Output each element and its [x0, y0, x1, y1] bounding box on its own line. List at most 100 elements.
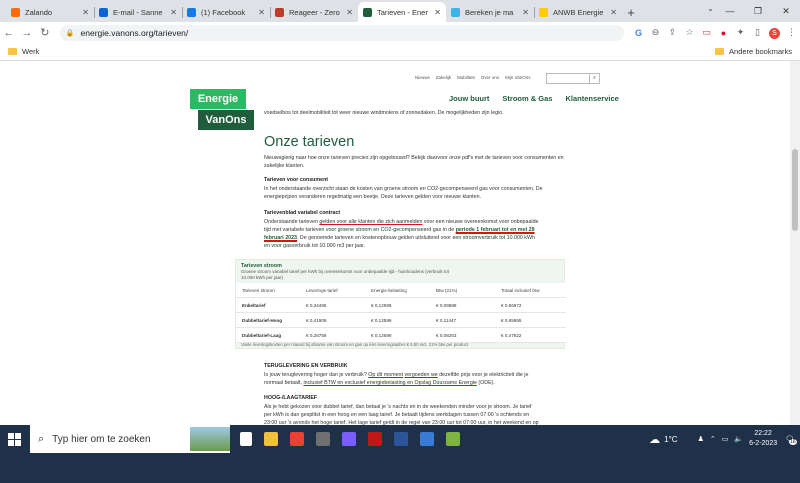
window-controls: — ❐ ✕: [716, 0, 800, 22]
system-tray: ☁ 1°C ♟ ⌃ ▭ 🔈 22:22 6-2-2023 🗨16: [649, 425, 800, 453]
file-explorer-icon[interactable]: [264, 432, 278, 446]
new-tab-button[interactable]: +: [622, 2, 640, 22]
table-cell: € 0,65955: [501, 317, 522, 323]
tab-5[interactable]: Tarieven - Ener ✕: [358, 2, 446, 22]
underlined-text: vergoeden we: [404, 372, 438, 378]
tab-7[interactable]: ANWB Energie ✕: [534, 2, 622, 22]
underlined-text: inclusief BTW en exclusief energiebelast…: [303, 380, 477, 386]
volume-icon[interactable]: 🔈: [734, 435, 743, 443]
network-icon[interactable]: ▭: [722, 435, 729, 443]
maximize-button[interactable]: ❐: [744, 0, 772, 22]
topnav-link[interactable]: Mobiliteit: [457, 75, 475, 80]
extension-icon[interactable]: ▭: [698, 27, 715, 38]
chevron-up-icon[interactable]: ⌃: [710, 435, 716, 443]
folder-icon: [8, 48, 17, 55]
close-icon[interactable]: ✕: [82, 8, 89, 17]
topnav-link[interactable]: Mijn VanOns: [505, 75, 530, 80]
star-icon[interactable]: ☆: [681, 27, 698, 38]
scrollbar-thumb[interactable]: [792, 149, 798, 231]
section-heading: TERUGLEVERING EN VERBRUIK: [264, 363, 348, 369]
mainnav-link[interactable]: Klantenservice: [565, 94, 618, 103]
address-bar-row: ← → ↻ 🔒 energie.vanons.org/tarieven/ G ⊖…: [0, 22, 800, 43]
section-text: Onderstaande tarieven gelden voor alle k…: [264, 218, 539, 250]
copilot-icon[interactable]: [342, 432, 356, 446]
logo-vanons[interactable]: VanOns: [198, 110, 254, 130]
tab-3[interactable]: (1) Facebook ✕: [182, 2, 270, 22]
back-icon[interactable]: ←: [0, 27, 18, 39]
mainnav-link[interactable]: Jouw buurt: [449, 94, 489, 103]
pinterest-icon[interactable]: ●: [715, 28, 732, 38]
google-icon[interactable]: G: [630, 28, 647, 38]
bookmark-folder-other[interactable]: Andere bookmarks: [715, 47, 792, 56]
avatar[interactable]: S: [766, 27, 783, 39]
reload-icon[interactable]: ↻: [36, 26, 54, 39]
bookmarks-bar: Werk Andere bookmarks: [0, 43, 800, 61]
search-icon[interactable]: ⌕: [589, 74, 599, 83]
table-note: Vaste leveringskosten per maand bij afna…: [241, 342, 469, 347]
text-segment: . De genoemde tarieven en kostenopbouw g…: [264, 235, 535, 249]
close-button[interactable]: ✕: [772, 0, 800, 22]
tab-6[interactable]: Bereken je ma ✕: [446, 2, 534, 22]
tab-title: (1) Facebook: [201, 7, 246, 17]
windows-icon: [8, 432, 21, 446]
mainnav-link[interactable]: Stroom & Gas: [502, 94, 552, 103]
underlined-text: Op dit moment: [368, 372, 403, 378]
weather-icon[interactable]: ☁: [649, 433, 660, 446]
close-icon[interactable]: ✕: [434, 8, 441, 17]
close-icon[interactable]: ✕: [346, 8, 353, 17]
taskbar: ⌕ Typ hier om te zoeken ☁ 1°C ♟ ⌃ ▭ 🔈 22…: [0, 425, 800, 483]
table-cell: Dubbeltarief-Laag: [242, 332, 282, 338]
tab-2[interactable]: E-mail - Sanne ✕: [94, 2, 182, 22]
topnav-link[interactable]: Nieuws: [415, 75, 430, 80]
chrome-icon[interactable]: [290, 432, 304, 446]
section-heading: Tarievenblad variabel contract: [264, 210, 341, 216]
table-cell: € 0,34485: [306, 302, 327, 308]
table-row: Dubbeltarief-Hoog € 0,41909 € 0,12599 € 0,1…: [236, 313, 566, 328]
paint-icon[interactable]: [446, 432, 460, 446]
top-nav: Nieuws Zakelijk Mobiliteit Over ons Mijn Van…: [415, 75, 531, 80]
close-icon[interactable]: ✕: [170, 8, 177, 17]
puzzle-icon[interactable]: ✦: [732, 27, 749, 38]
close-icon[interactable]: ✕: [522, 8, 529, 17]
topnav-link[interactable]: Zakelijk: [436, 75, 451, 80]
bookmark-label: Andere bookmarks: [729, 47, 792, 56]
table-cell: € 0,08263: [436, 332, 457, 338]
bookmark-folder-werk[interactable]: Werk: [8, 47, 39, 56]
taskbar-search[interactable]: ⌕ Typ hier om te zoeken: [30, 425, 230, 453]
bookmark-label: Werk: [22, 47, 40, 56]
site-search-input[interactable]: [547, 74, 589, 83]
notification-icon[interactable]: 🗨16: [785, 435, 797, 445]
logo-energie[interactable]: Energie: [190, 89, 246, 109]
mcafee-icon[interactable]: [368, 432, 382, 446]
table-cell: € 0,11447: [436, 317, 457, 323]
task-view-icon[interactable]: [240, 432, 252, 446]
minimize-button[interactable]: —: [716, 0, 744, 22]
people-icon[interactable]: ♟: [698, 435, 704, 443]
sidebar-icon[interactable]: ▯: [749, 27, 766, 38]
tab-4[interactable]: Reageer - Zero ✕: [270, 2, 358, 22]
share-icon[interactable]: ⇪: [664, 27, 681, 38]
menu-icon[interactable]: ⋮: [783, 27, 800, 38]
tab-1[interactable]: Zalando ✕: [6, 2, 94, 22]
forward-icon[interactable]: →: [18, 27, 36, 39]
zoom-icon[interactable]: ⊖: [647, 27, 664, 38]
lock-icon[interactable]: 🔒: [66, 29, 75, 37]
section-text: Is jouw teruglevering hoger dan je verbr…: [264, 371, 534, 387]
url-field[interactable]: 🔒 energie.vanons.org/tarieven/: [59, 24, 624, 41]
favicon-icon: [187, 7, 196, 17]
close-icon[interactable]: ✕: [610, 8, 617, 17]
word-icon[interactable]: [394, 432, 408, 446]
section-text: In het onderstaande overzicht staan de k…: [264, 186, 543, 200]
desktop-icon[interactable]: [420, 432, 434, 446]
close-icon[interactable]: ✕: [258, 8, 265, 17]
table-cell: € 0,12599: [371, 302, 392, 308]
calculator-icon[interactable]: [316, 432, 330, 446]
scrollbar[interactable]: [790, 61, 800, 425]
favicon-icon: [539, 7, 548, 17]
chevron-down-icon[interactable]: ⌄: [707, 4, 714, 13]
topnav-link[interactable]: Over ons: [481, 75, 499, 80]
tariff-table: Tarieven stroom Leverings-tarief Energie-b…: [236, 283, 566, 343]
table-header-cell: Tarieven stroom: [242, 287, 275, 293]
windows-start-button[interactable]: [8, 425, 21, 453]
clock[interactable]: 22:22 6-2-2023: [749, 429, 777, 449]
